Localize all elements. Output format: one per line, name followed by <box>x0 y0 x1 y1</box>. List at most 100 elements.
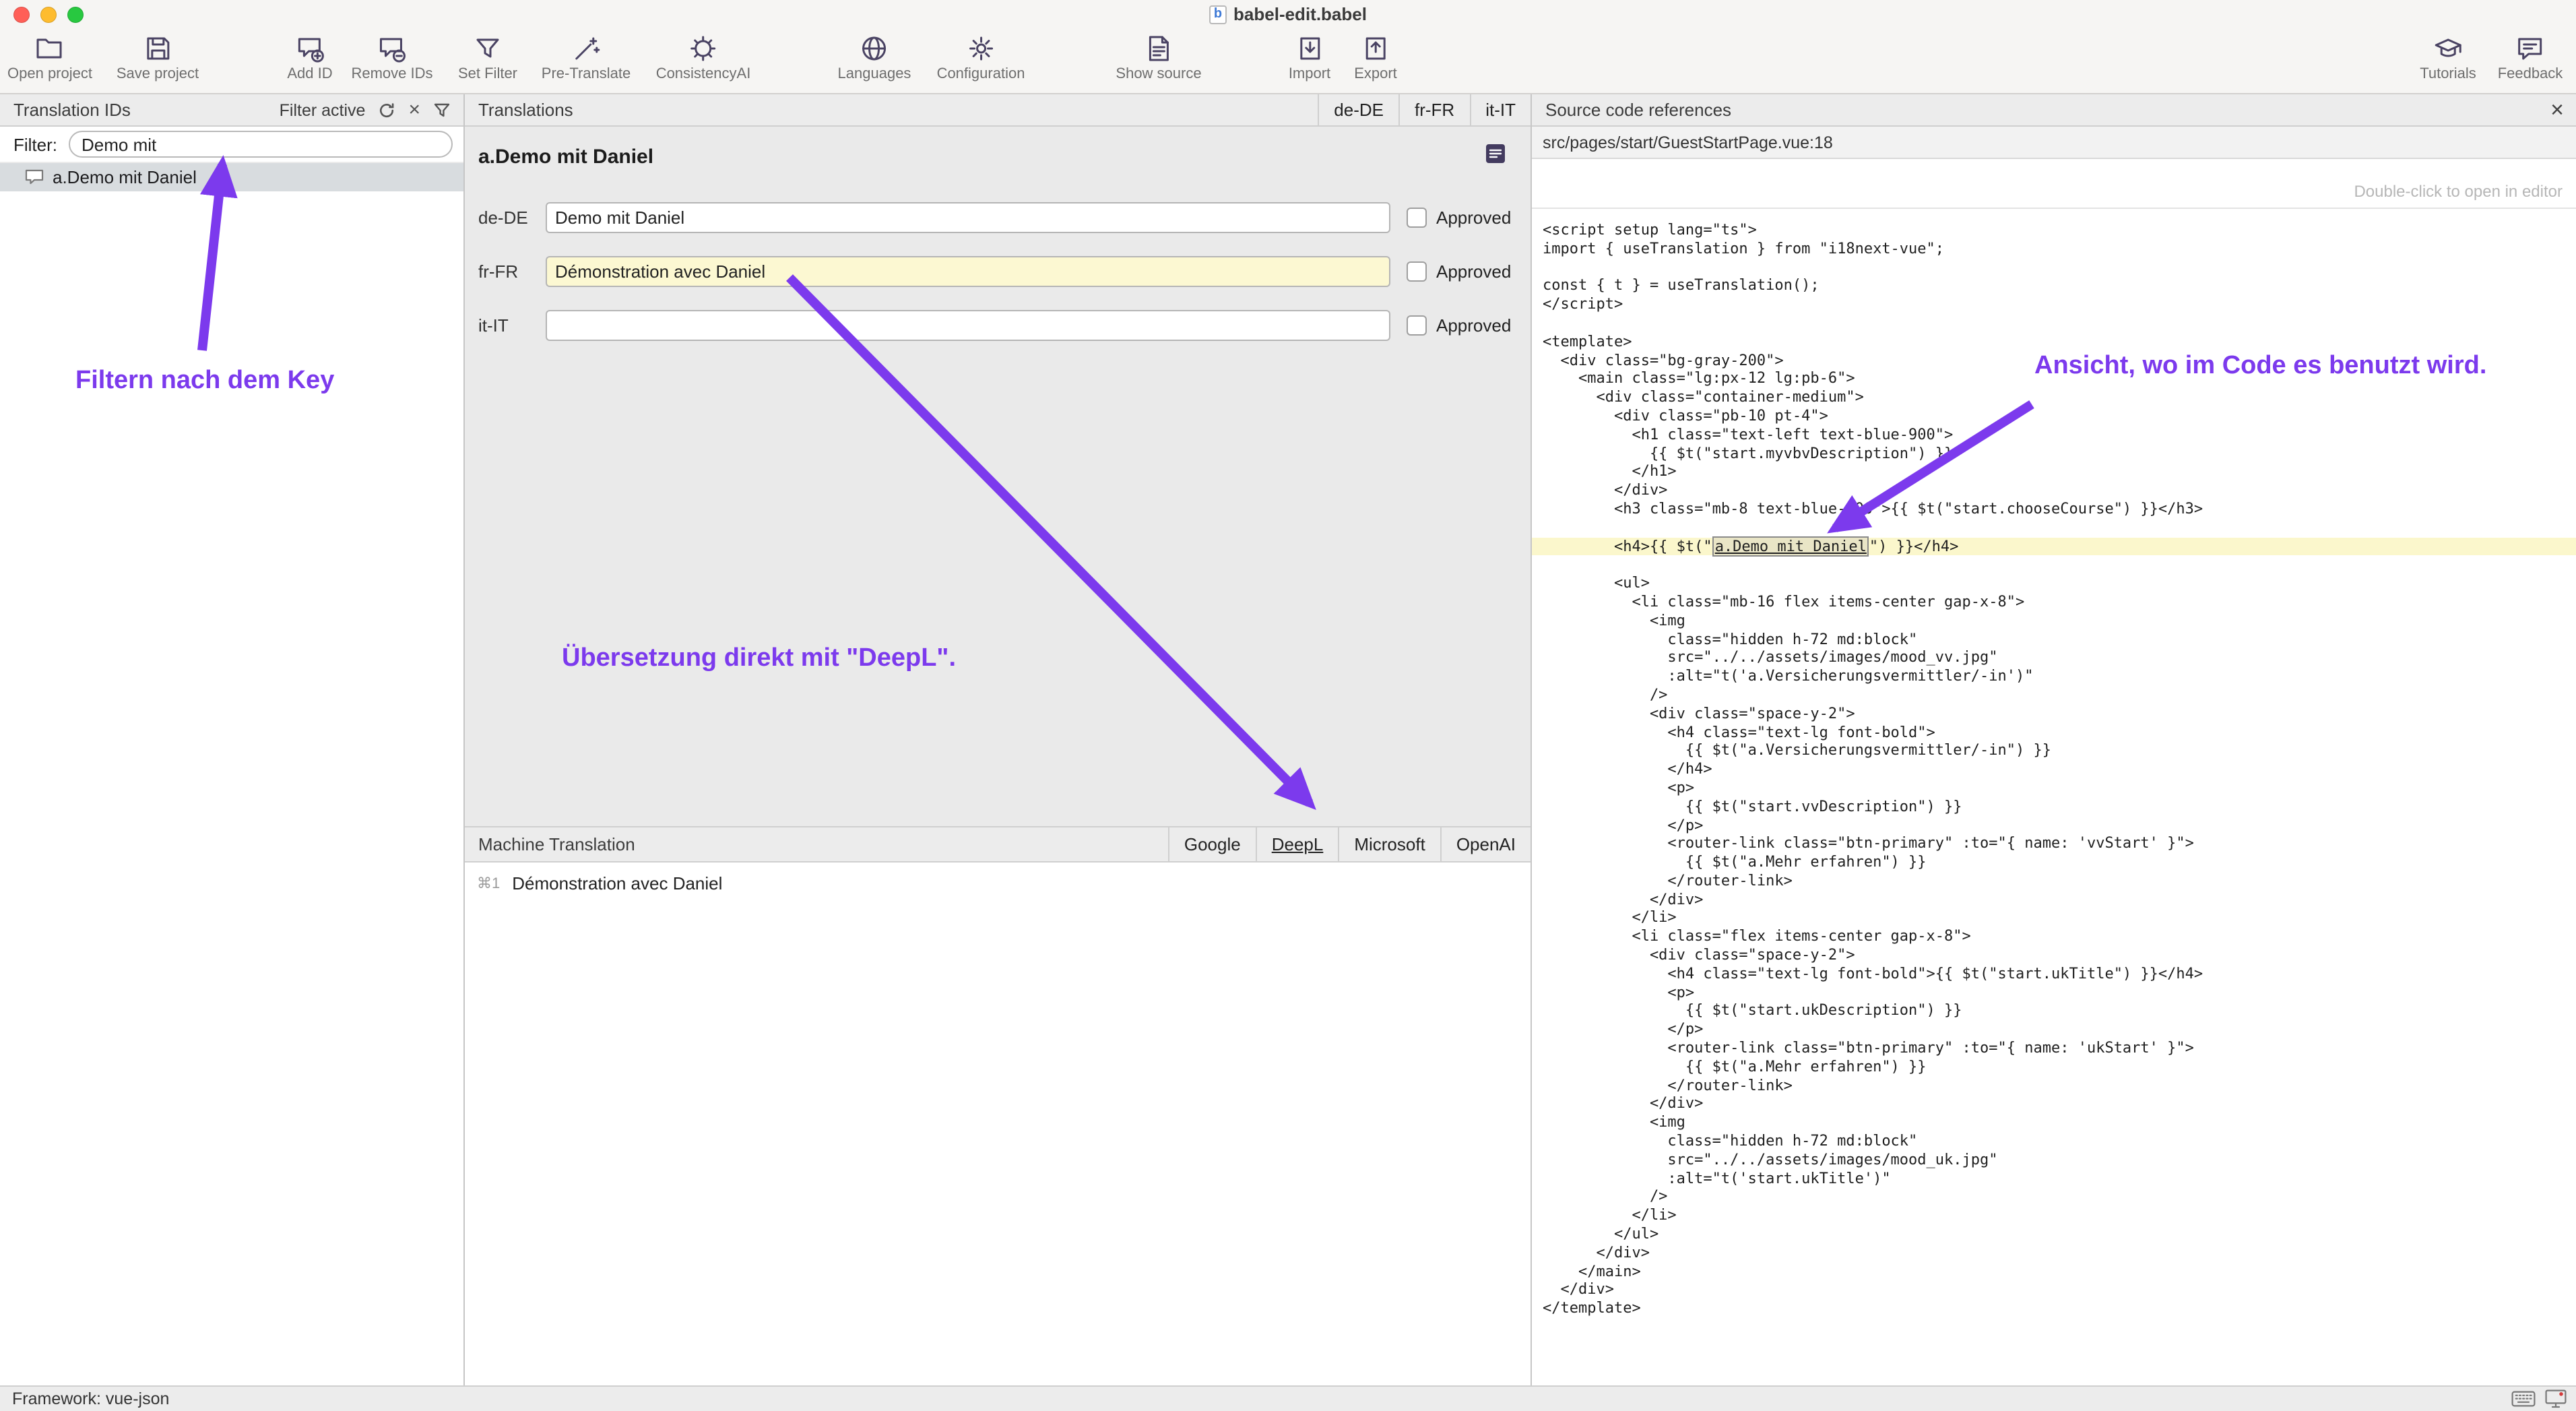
tutorials-icon <box>2433 34 2463 63</box>
toolbar-label: Show source <box>1116 66 1201 82</box>
filter-icon <box>473 34 503 63</box>
translations-panel: Translations de-DE fr-FR it-IT a.Demo mi… <box>465 94 1532 1385</box>
mt-suggestion-row[interactable]: ⌘1 Démonstration avec Daniel <box>465 863 1531 893</box>
code-line: <li class="mb-16 flex items-center gap-x… <box>1532 593 2576 612</box>
mt-suggestion-text: Démonstration avec Daniel <box>512 873 722 893</box>
row-lang-label: fr-FR <box>478 253 518 290</box>
code-line: <h3 class="mb-8 text-blue-900">{{ $t("st… <box>1532 500 2576 519</box>
code-line: <p> <box>1532 779 2576 798</box>
mt-provider-deepl[interactable]: DeepL <box>1256 827 1339 861</box>
code-line: <div class="space-y-2"> <box>1532 704 2576 723</box>
code-line: </p> <box>1532 1021 2576 1040</box>
export-icon <box>1361 34 1390 63</box>
translation-id-item-selected[interactable]: a.Demo mit Daniel <box>0 163 463 191</box>
add-id-icon <box>295 34 325 63</box>
code-line: /> <box>1532 686 2576 705</box>
translation-input-it[interactable] <box>546 310 1390 341</box>
save-icon <box>143 34 172 63</box>
toolbar-label: Import <box>1289 66 1330 82</box>
lang-tab-it[interactable]: it-IT <box>1469 94 1531 125</box>
translation-editor-area: a.Demo mit Daniel de-DE Approved fr-FR A… <box>465 127 1531 826</box>
lang-tab-de[interactable]: de-DE <box>1318 94 1398 125</box>
source-code-references-panel: Source code references × src/pages/start… <box>1532 94 2576 1385</box>
add-id-button[interactable]: Add ID <box>287 34 332 82</box>
code-line: <h4 class="text-lg font-bold"> <box>1532 723 2576 742</box>
approved-label: Approved <box>1436 253 1511 290</box>
code-line <box>1532 519 2576 538</box>
speech-bubble-icon <box>24 168 44 186</box>
feedback-button[interactable]: Feedback <box>2498 34 2563 82</box>
code-line: </script> <box>1532 295 2576 314</box>
language-tabs: de-DE fr-FR it-IT <box>1318 94 1531 125</box>
export-button[interactable]: Export <box>1354 34 1397 82</box>
translation-ids-panel: Translation IDs Filter active × Filter: … <box>0 94 465 1385</box>
filter-input[interactable] <box>68 131 453 158</box>
code-line: :alt="t('a.Versicherungsvermittler/-in')… <box>1532 667 2576 686</box>
code-line: <script setup lang="ts"> <box>1532 221 2576 240</box>
code-line: const { t } = useTranslation(); <box>1532 277 2576 296</box>
close-panel-icon[interactable]: × <box>2550 98 2576 121</box>
code-line <box>1532 314 2576 333</box>
open-project-button[interactable]: Open project <box>7 34 92 82</box>
pre-translate-button[interactable]: Pre-Translate <box>542 34 631 82</box>
panel-title: Source code references <box>1532 100 1731 120</box>
approved-checkbox-it[interactable] <box>1407 315 1427 336</box>
mt-provider-openai[interactable]: OpenAI <box>1440 827 1531 861</box>
code-line: <h1 class="text-left text-blue-900"> <box>1532 426 2576 445</box>
import-button[interactable]: Import <box>1289 34 1330 82</box>
configuration-button[interactable]: Configuration <box>937 34 1025 82</box>
mt-provider-microsoft[interactable]: Microsoft <box>1338 827 1440 861</box>
code-line: </router-link> <box>1532 1076 2576 1095</box>
keyboard-icon[interactable] <box>2511 1391 2536 1407</box>
minimize-window-button[interactable] <box>40 7 57 23</box>
framework-label: Framework: vue-json <box>0 1389 169 1408</box>
toolbar-label: Add ID <box>287 66 332 82</box>
refresh-filter-icon[interactable] <box>377 100 396 119</box>
row-lang-label: it-IT <box>478 307 509 344</box>
code-line: <div class="bg-gray-200"> <box>1532 351 2576 370</box>
code-line: </h4> <box>1532 760 2576 779</box>
toolbar-label: Remove IDs <box>351 66 432 82</box>
source-file-reference[interactable]: src/pages/start/GuestStartPage.vue:18 <box>1532 127 2576 159</box>
clear-filter-icon[interactable]: × <box>408 100 420 120</box>
close-window-button[interactable] <box>13 7 30 23</box>
approved-label: Approved <box>1436 307 1511 344</box>
consistency-ai-button[interactable]: ConsistencyAI <box>656 34 751 82</box>
filter-label: Filter: <box>0 134 68 154</box>
translation-input-fr[interactable] <box>546 256 1390 287</box>
remove-ids-button[interactable]: Remove IDs <box>351 34 432 82</box>
code-lines[interactable]: <script setup lang="ts">import { useTran… <box>1532 209 2576 1385</box>
approved-label: Approved <box>1436 199 1511 236</box>
main-area: Translation IDs Filter active × Filter: … <box>0 94 2576 1385</box>
save-project-button[interactable]: Save project <box>117 34 199 82</box>
code-line <box>1532 556 2576 575</box>
screen-share-icon[interactable] <box>2545 1389 2567 1408</box>
approved-checkbox-fr[interactable] <box>1407 261 1427 282</box>
code-line: <main class="lg:px-12 lg:pb-6"> <box>1532 370 2576 389</box>
machine-translation-body: ⌘1 Démonstration avec Daniel <box>465 863 1531 1385</box>
translation-input-de[interactable] <box>546 202 1390 233</box>
mt-shortcut-badge: ⌘1 <box>477 875 500 892</box>
mt-provider-google[interactable]: Google <box>1168 827 1256 861</box>
code-line: <li class="flex items-center gap-x-8"> <box>1532 928 2576 947</box>
zoom-window-button[interactable] <box>67 7 84 23</box>
source-references-icon[interactable] <box>1485 143 1506 171</box>
tutorials-button[interactable]: Tutorials <box>2420 34 2476 82</box>
code-line: {{ $t("a.Mehr erfahren") }} <box>1532 1058 2576 1077</box>
approved-checkbox-de[interactable] <box>1407 208 1427 228</box>
toolbar: Open project Save project Add ID Remove … <box>0 30 2576 94</box>
lang-tab-fr[interactable]: fr-FR <box>1398 94 1469 125</box>
translation-row-de: de-DE Approved <box>465 199 1531 236</box>
toolbar-label: ConsistencyAI <box>656 66 751 82</box>
code-line-highlighted: <h4>{{ $t("a.Demo mit Daniel") }}</h4> <box>1532 537 2576 556</box>
code-line: class="hidden h-72 md:block" <box>1532 1132 2576 1151</box>
filter-funnel-icon[interactable] <box>432 100 451 119</box>
set-filter-button[interactable]: Set Filter <box>458 34 517 82</box>
code-line: <p> <box>1532 983 2576 1002</box>
translation-row-fr: fr-FR Approved <box>465 253 1531 290</box>
mt-provider-tabs: Google DeepL Microsoft OpenAI <box>1168 827 1531 861</box>
code-line: <img <box>1532 611 2576 630</box>
languages-button[interactable]: Languages <box>838 34 911 82</box>
show-source-button[interactable]: Show source <box>1116 34 1201 82</box>
toolbar-label: Open project <box>7 66 92 82</box>
